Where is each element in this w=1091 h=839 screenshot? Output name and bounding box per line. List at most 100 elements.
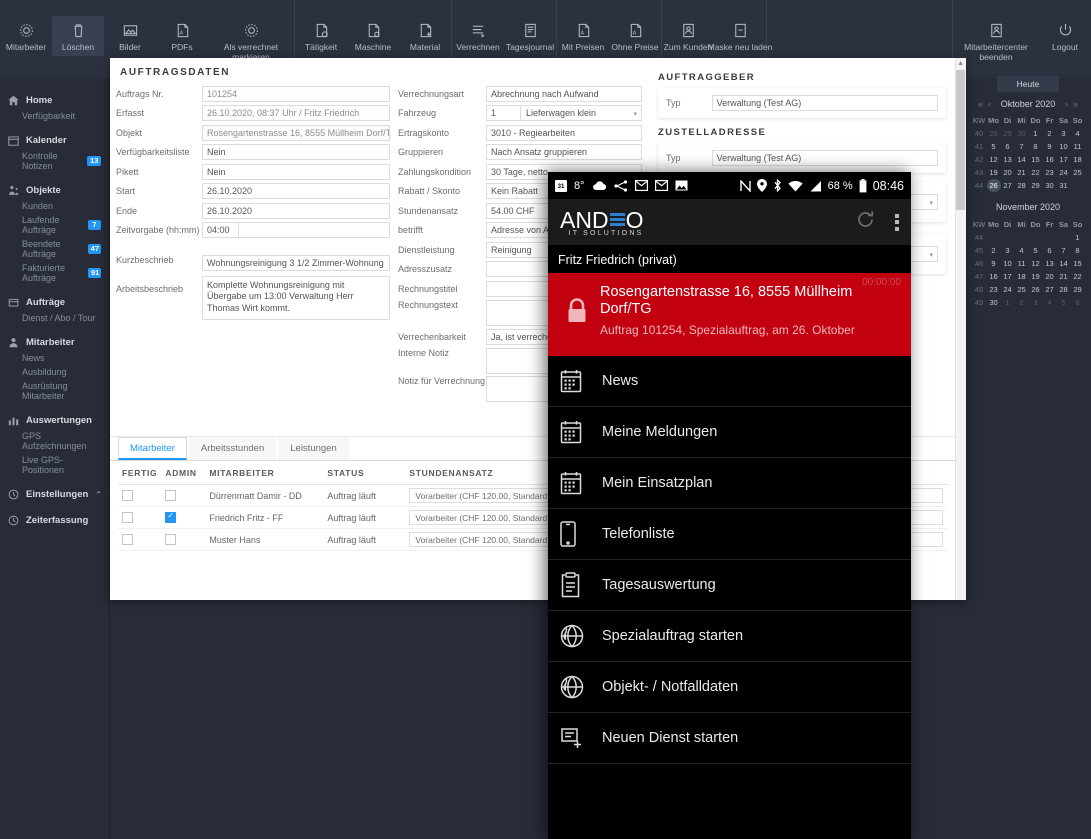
calendar-day-cell[interactable]: 4 <box>1043 296 1057 309</box>
field-fahrzeug-number[interactable]: 1 <box>487 106 521 120</box>
calendar-day-cell[interactable]: 3 <box>1029 296 1043 309</box>
sidebar-subitem-news[interactable]: News <box>0 351 109 365</box>
phone-menu-item-tagesauswertung[interactable]: Tagesauswertung <box>548 560 911 611</box>
field-objekt-input[interactable]: Rosengartenstrasse 16, 8555 Müllheim Dor… <box>202 124 390 141</box>
field-auftrags-nr--input[interactable]: 101254 <box>202 85 390 102</box>
calendar-day-cell[interactable]: 8 <box>1071 244 1085 257</box>
calendar-day-cell[interactable] <box>1057 231 1071 244</box>
sidebar-subitem-fakturierte-aufträge[interactable]: Fakturierte Aufträge 91 <box>0 261 109 285</box>
calendar-day-cell[interactable] <box>1015 231 1029 244</box>
calendar-day-cell[interactable]: 29 <box>1029 179 1043 192</box>
calendar-day-cell[interactable]: 1 <box>1029 127 1043 140</box>
calendar-day-cell[interactable]: 2 <box>1043 127 1057 140</box>
field-zeitvorgabe-hh-mm--input[interactable]: 04:00 <box>202 222 239 238</box>
calendar-day-cell[interactable]: 24 <box>1001 283 1015 296</box>
calendar-day-cell[interactable]: 30 <box>1015 127 1029 140</box>
phone-menu-item-telefonliste[interactable]: Telefonliste <box>548 509 911 560</box>
calendar-day-cell[interactable] <box>1043 231 1057 244</box>
calendar-day-cell[interactable]: 29 <box>1001 127 1015 140</box>
field-verfügbarkeitsliste-select[interactable]: Nein <box>202 144 390 160</box>
prev-year-icon[interactable]: « <box>978 99 983 109</box>
admin-checkbox[interactable] <box>165 490 177 502</box>
field-fahrzeug-name[interactable]: Lieferwagen klein <box>521 108 641 118</box>
calendar-day-cell[interactable]: 22 <box>1071 270 1085 283</box>
ribbon-button-bilder[interactable]: Bilder <box>104 16 156 56</box>
sidebar-subitem-laufende-aufträge[interactable]: Laufende Aufträge 7 <box>0 213 109 237</box>
calendar-day-cell[interactable]: 1 <box>1071 231 1085 244</box>
calendar-day-cell[interactable]: 29 <box>1071 283 1085 296</box>
sidebar-subitem-verfügbarkeit[interactable]: Verfügbarkeit <box>0 109 109 123</box>
calendar-day-cell[interactable]: 18 <box>1071 153 1085 166</box>
calendar-month-november[interactable]: KW Mo Di Mi Do Fr Sa So 44 1 45 2 3 4 5 6 7 8 46 9 10 11 12 13… <box>972 218 1085 309</box>
sidebar-subitem-live-gps-positionen[interactable]: Live GPS-Positionen <box>0 453 109 477</box>
calendar-day-cell[interactable]: 9 <box>1043 140 1057 153</box>
fertig-checkbox[interactable] <box>122 512 133 524</box>
kurzbeschrieb-input[interactable]: Wohnungsreinigung 3 1/2 Zimmer-Wohnung <box>202 255 390 271</box>
calendar-day-cell[interactable]: 16 <box>1043 153 1057 166</box>
ribbon-button-verrechnen[interactable]: Verrechnen <box>452 16 504 56</box>
phone-menu-item-meine-meldungen[interactable]: Meine Meldungen <box>548 407 911 458</box>
ribbon-button-zum-kunden[interactable]: Zum Kunden <box>662 16 714 56</box>
calendar-day-cell[interactable]: 21 <box>1057 270 1071 283</box>
calendar-day-cell[interactable]: 5 <box>1029 244 1043 257</box>
ribbon-button-maske-neu-laden[interactable]: Maske neu laden <box>708 16 772 56</box>
ribbon-button-tagesjournal[interactable]: Tagesjournal <box>504 16 556 56</box>
tab-leistungen[interactable]: Leistungen <box>278 437 349 460</box>
fertig-checkbox[interactable] <box>122 490 133 502</box>
sidebar-item-aufträge[interactable]: Aufträge <box>0 294 109 311</box>
field-zeitvorgabe-hh-mm--extra[interactable] <box>239 222 390 238</box>
calendar-day-cell[interactable]: 27 <box>1001 179 1015 192</box>
calendar-day-cell[interactable]: 15 <box>1071 257 1085 270</box>
calendar-day-cell[interactable]: 10 <box>1057 140 1071 153</box>
ribbon-button-maschine[interactable]: Maschine <box>347 16 399 56</box>
ribbon-button-tätigkeit[interactable]: Tätigkeit <box>295 16 347 56</box>
calendar-day-cell[interactable]: 31 <box>1057 179 1071 192</box>
calendar-day-cell[interactable]: 30 <box>987 296 1001 309</box>
calendar-day-cell[interactable]: 7 <box>1057 244 1071 257</box>
next-year-icon[interactable]: » <box>1073 99 1078 109</box>
sidebar-item-auswertungen[interactable]: Auswertungen <box>0 412 109 429</box>
calendar-day-cell[interactable]: 4 <box>1071 127 1085 140</box>
calendar-day-cell[interactable]: 5 <box>987 140 1001 153</box>
calendar-day-cell[interactable]: 22 <box>1029 166 1043 179</box>
calendar-day-cell[interactable]: 5 <box>1057 296 1071 309</box>
sidebar-subitem-gps-aufzeichnungen[interactable]: GPS Aufzeichnungen <box>0 429 109 453</box>
calendar-day-cell[interactable]: 7 <box>1015 140 1029 153</box>
calendar-day-cell[interactable]: 14 <box>1015 153 1029 166</box>
calendar-day-cell[interactable]: 6 <box>1001 140 1015 153</box>
calendar-day-cell[interactable]: 25 <box>1015 283 1029 296</box>
calendar-day-cell[interactable]: 4 <box>1015 244 1029 257</box>
sidebar-subitem-kunden[interactable]: Kunden <box>0 199 109 213</box>
calendar-day-cell[interactable]: 8 <box>1029 140 1043 153</box>
arbeitsbeschrieb-textarea[interactable]: Komplette Wohnungsreinigung mit Übergabe… <box>202 276 390 320</box>
tab-arbeitsstunden[interactable]: Arbeitsstunden <box>188 437 277 460</box>
sidebar-subitem-ausrüstung-mitarbeiter[interactable]: Ausrüstung Mitarbeiter <box>0 379 109 403</box>
calendar-day-cell[interactable]: 24 <box>1057 166 1071 179</box>
calendar-day-cell[interactable]: 1 <box>1001 296 1015 309</box>
calendar-day-cell[interactable]: 26 <box>986 179 1001 192</box>
calendar-day-cell[interactable]: 20 <box>1001 166 1015 179</box>
calendar-day-cell[interactable]: 19 <box>1029 270 1043 283</box>
field-erfasst-input[interactable]: 26.10.2020, 08:37 Uhr / Fritz Friedrich <box>202 105 390 121</box>
prev-month-icon[interactable]: ‹ <box>988 99 991 109</box>
calendar-day-cell[interactable]: 6 <box>1071 296 1085 309</box>
calendar-day-cell[interactable]: 30 <box>1043 179 1057 192</box>
admin-checkbox[interactable] <box>165 511 177 524</box>
calendar-day-cell[interactable]: 12 <box>987 153 1001 166</box>
calendar-day-cell[interactable]: 3 <box>1001 244 1015 257</box>
field-ertragskonto-select[interactable]: 3010 - Regiearbeiten <box>486 124 642 141</box>
sidebar-item-mitarbeiter[interactable]: Mitarbeiter <box>0 334 109 351</box>
calendar-day-cell[interactable]: 28 <box>1057 283 1071 296</box>
field-verrechnungsart-select[interactable]: Abrechnung nach Aufwand <box>486 85 642 102</box>
sidebar-item-objekte[interactable]: Objekte <box>0 182 109 199</box>
today-button[interactable]: Heute <box>997 76 1059 92</box>
calendar-day-cell[interactable]: 13 <box>1043 257 1057 270</box>
calendar-day-cell[interactable]: 28 <box>1015 179 1029 192</box>
calendar-day-cell[interactable]: 19 <box>987 166 1001 179</box>
calendar-day-cell[interactable]: 2 <box>987 244 1001 257</box>
sidebar-item-zeiterfassung[interactable]: Zeiterfassung <box>0 512 109 529</box>
calendar-day-cell[interactable]: 11 <box>1015 257 1029 270</box>
field-gruppieren-select[interactable]: Nach Ansatz gruppieren <box>486 144 642 160</box>
calendar-day-cell[interactable]: 17 <box>1001 270 1015 283</box>
next-month-icon[interactable]: › <box>1065 99 1068 109</box>
